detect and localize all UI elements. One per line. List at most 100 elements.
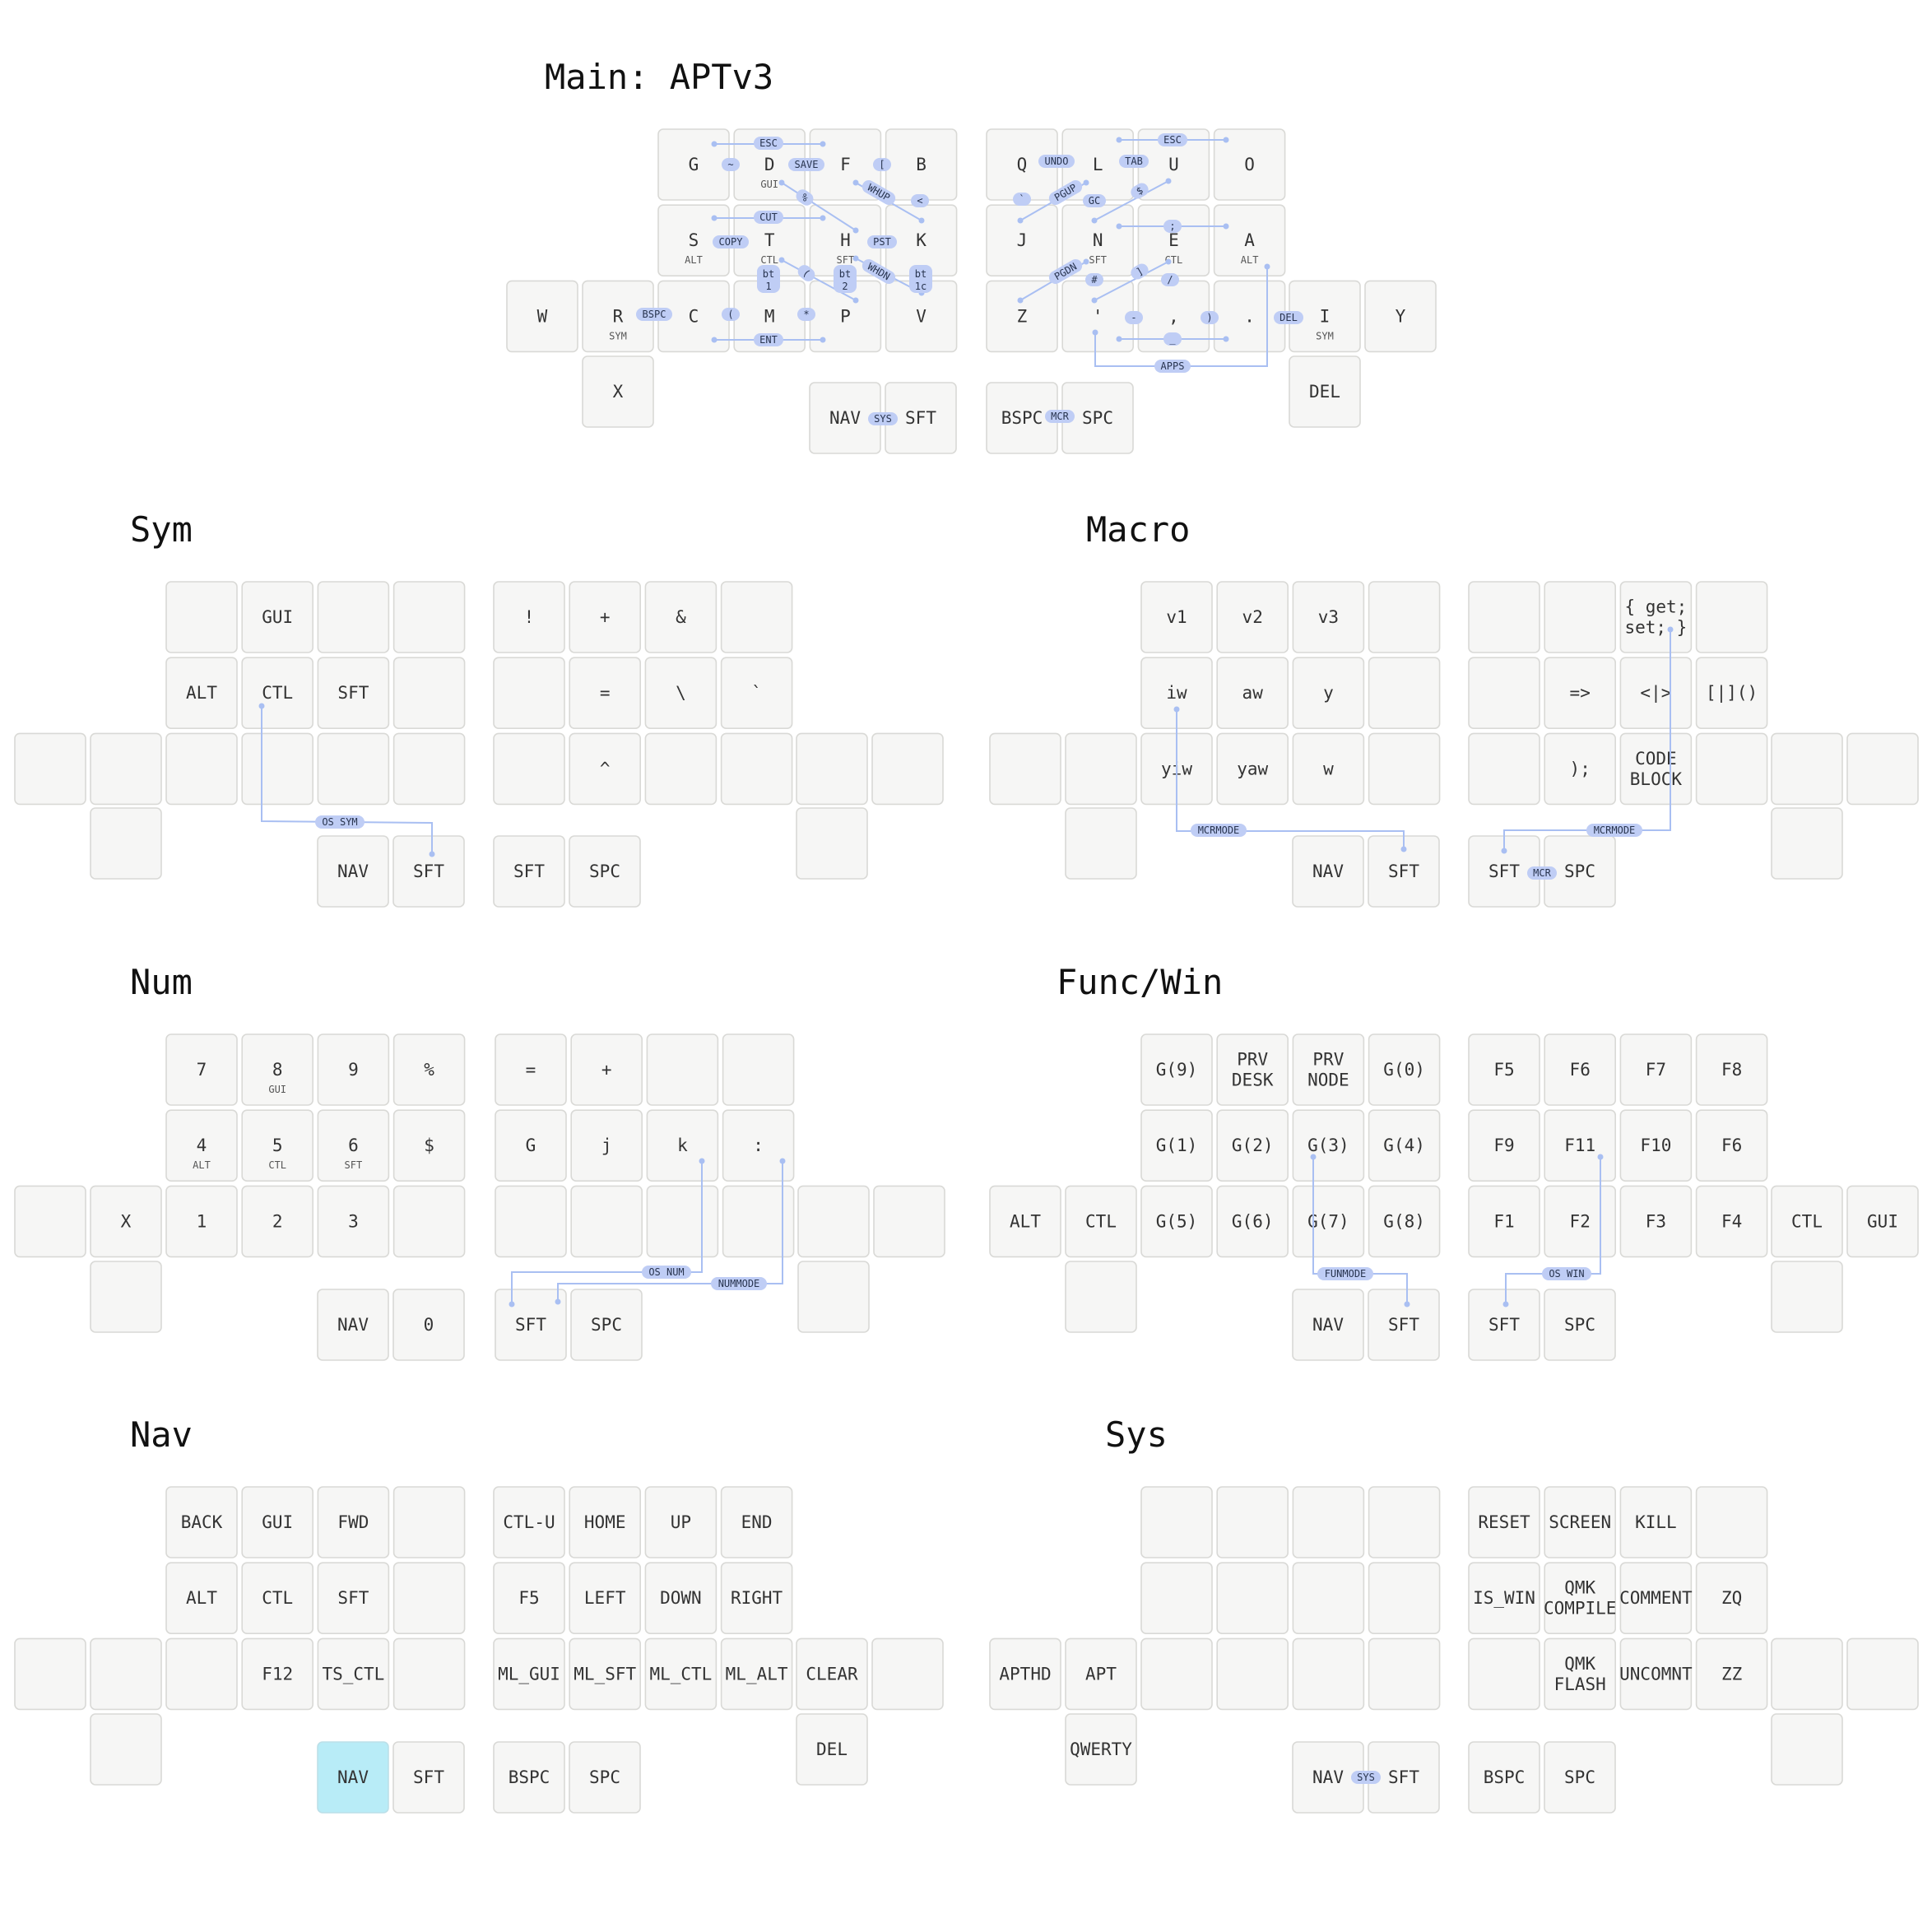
combo-ent: ENT [754,333,783,346]
key-label: U [1168,155,1179,174]
svg-text:OS SYM: OS SYM [322,816,357,828]
key-blank [1468,581,1540,653]
layer-title: Main: APTv3 [545,57,773,97]
key-label: SFT [337,683,369,703]
key-label: W [537,306,548,326]
key-blank [1216,1562,1289,1634]
key-label: ALT [1010,1211,1041,1231]
key-label: APTHD [999,1664,1051,1684]
key-label: SFT [1388,1315,1419,1335]
key-blank [90,1637,162,1711]
key-blank [392,581,466,653]
key-sft: SFT [392,835,465,908]
key-label: R [613,306,624,326]
combo-tab: TAB [1119,155,1149,168]
key-back: BACK [165,1486,238,1558]
key-label: DOWN [660,1588,702,1608]
key-label: Y [1396,306,1406,326]
svg-text:DEL: DEL [1279,312,1298,323]
keymap-canvas: G QDGUILF UB OSALTJTCTLNSFTHSFTECTLK AALTC ZM… [14,57,1919,1814]
key-b: B [885,128,958,201]
key-4: 4 ALT [165,1109,238,1182]
key-label: v1 [1166,607,1187,627]
combo-sym: [ [873,158,891,171]
key-f4: F4 [1695,1185,1768,1258]
combo-dot [1017,297,1024,304]
key-g-1: G(1) [1140,1109,1213,1182]
key-label: QWERTY [1070,1739,1132,1759]
svg-text:`: ` [1019,193,1024,205]
combo-dot [1091,297,1098,304]
combo-dot [555,1298,561,1305]
combo-os-sym: OS SYM [315,815,365,829]
key-blank [165,1637,238,1711]
key-label: { get; set; } [1624,597,1687,638]
key-label: Z [1017,306,1028,326]
key-blank [90,1261,162,1333]
key-spc: SPC [569,1741,641,1814]
key-g-8: G(8) [1368,1185,1441,1258]
key-blank [1695,1486,1768,1558]
key-label: C [689,306,699,326]
combo-mcr: MCR [1045,410,1075,423]
key-blank [797,1185,870,1258]
key-label: F1 [1493,1211,1514,1231]
key-blank [1065,732,1137,806]
key-label: 8 [272,1060,283,1080]
key-sft: SFT [392,1741,465,1814]
combo-dot [1597,1154,1604,1160]
combo-dot [1083,179,1089,186]
key-label: GUI [262,1512,293,1532]
key-label: GUI [262,607,293,627]
combo-os-win: OS WIN [1542,1267,1591,1280]
key-blank [989,732,1061,806]
key-nav: NAV [1292,1289,1364,1361]
key-f6: F6 [1544,1033,1616,1106]
key-label: 4 [197,1136,207,1155]
key-label: M [764,306,775,326]
svg-text:MCR: MCR [1051,411,1069,422]
key-blank [1065,807,1137,880]
combo-dot [820,141,826,147]
combo-dot [711,215,718,221]
key-label: NAV [1312,862,1344,881]
svg-text:TAB: TAB [1125,156,1143,167]
key-blank [392,1486,466,1558]
key-sym: + [569,581,642,653]
key-label: HOME [584,1512,626,1532]
key-label: END [741,1512,773,1532]
key-gui: GUI [241,1486,314,1558]
key-label: SFT [337,1588,369,1608]
key-label: => [1570,683,1591,703]
svg-text:MCRMODE: MCRMODE [1594,824,1636,836]
combo-cut: CUT [754,211,783,224]
key-label: SPC [1564,862,1595,881]
key-label: SFT [1388,1767,1419,1787]
key-label: IS_WIN [1473,1588,1535,1608]
key-label: GUI [1867,1211,1898,1231]
key-end: END [720,1486,793,1558]
hold-label: CTL [268,1159,286,1171]
key-label: G(8) [1383,1211,1425,1231]
combo-dot [1223,137,1229,143]
key-label: N [1093,230,1103,250]
combo-dot [1092,329,1098,336]
key-f2: F2 [1544,1185,1616,1258]
key-label: SFT [1388,862,1419,881]
key-spc: SPC [1544,1289,1616,1361]
key-label: SFT [1488,862,1520,881]
key-sym: \ [644,657,718,730]
key-label: F7 [1646,1060,1666,1080]
key-blank [1846,732,1919,806]
hold-label: GUI [760,179,778,190]
combo-dot [1091,217,1098,224]
svg-text:bt1c: bt 1c [915,268,927,292]
key-alt: ALT [165,1562,238,1634]
key-label: F3 [1646,1211,1666,1231]
key-kill: KILL [1619,1486,1693,1558]
key-label: F10 [1640,1136,1671,1155]
key-blank [241,732,314,806]
svg-text:BSPC: BSPC [643,309,666,320]
key-label: , [1168,306,1179,326]
key-label: 3 [348,1211,359,1231]
